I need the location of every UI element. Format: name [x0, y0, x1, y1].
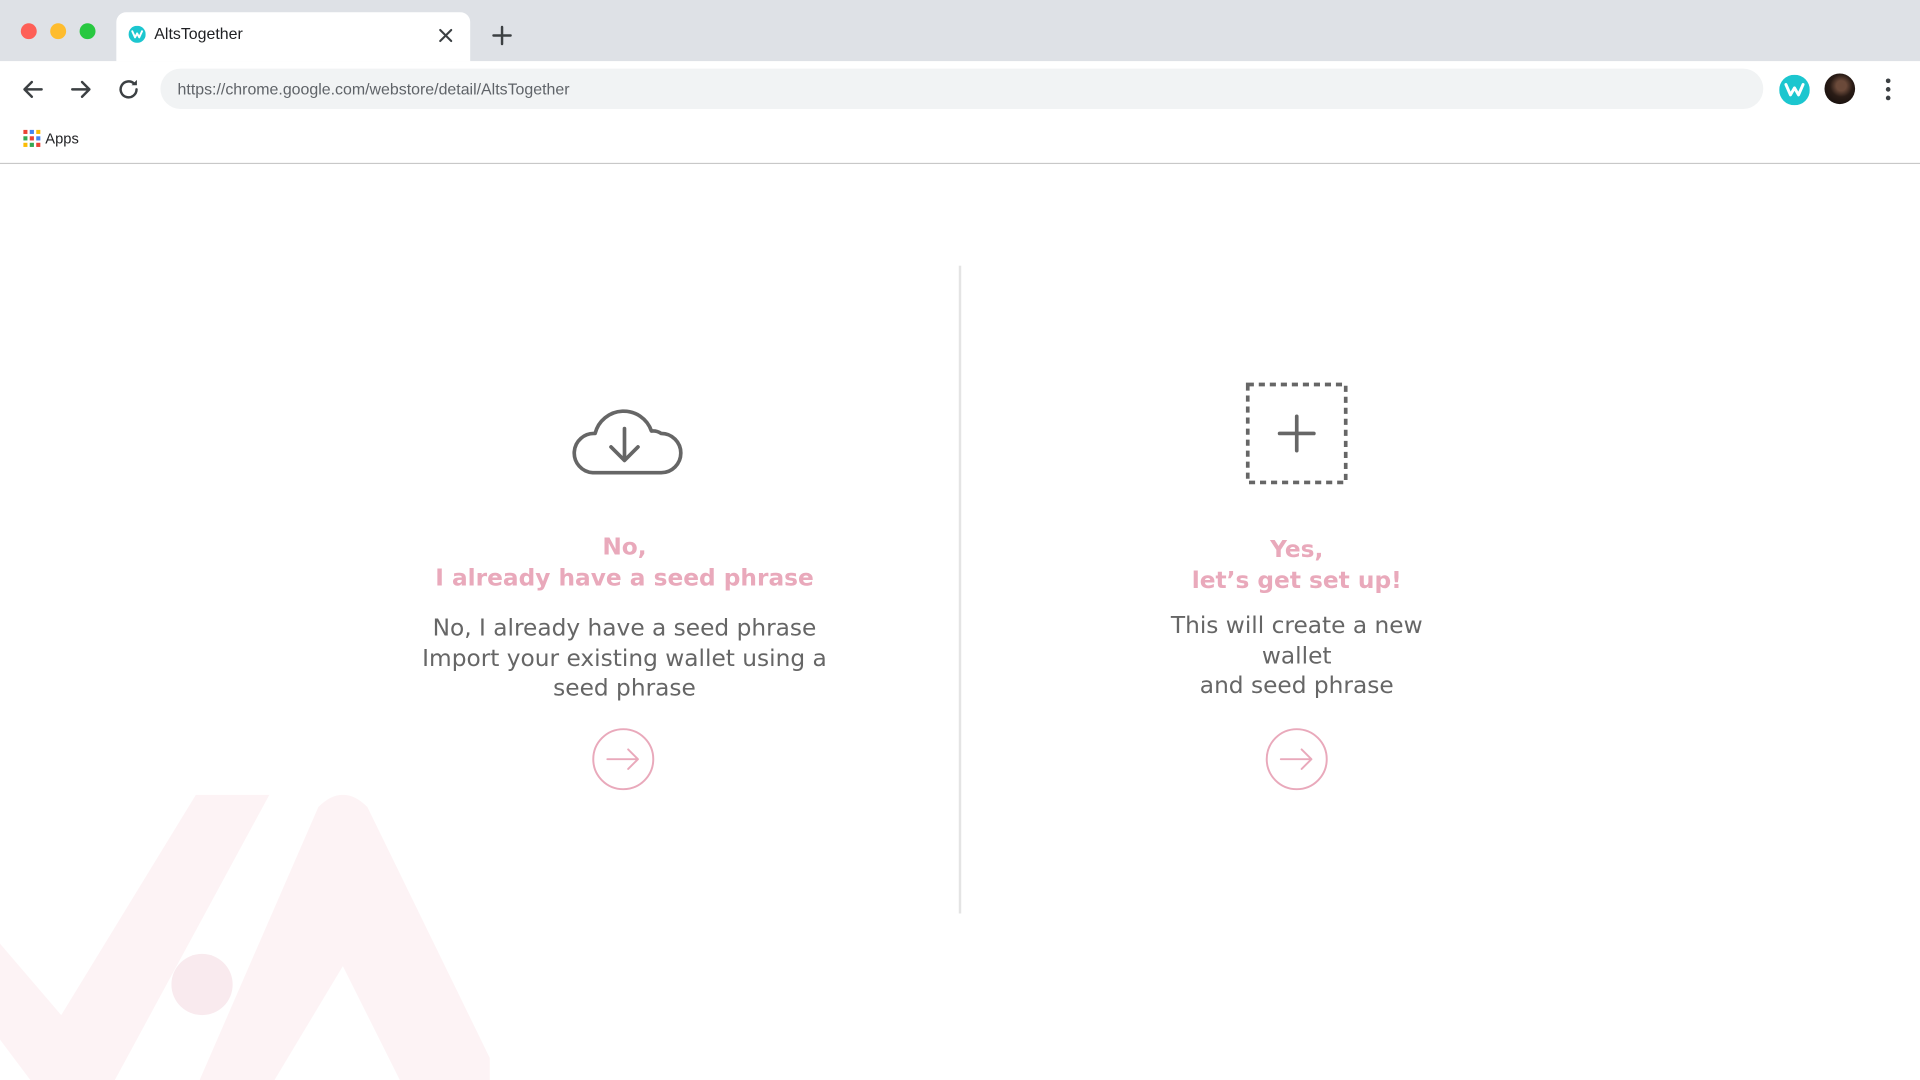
import-description: No, I already have a seed phrase Import …: [367, 613, 881, 703]
import-continue-arrow-icon[interactable]: [591, 727, 655, 791]
create-desc-line2: and seed phrase: [1199, 672, 1394, 700]
browser-window: AltsTogether https://chrome.google.com/w…: [0, 0, 1920, 1080]
import-wallet-option: No, I already have a seed phrase No, I a…: [367, 382, 881, 703]
page-content: No, I already have a seed phrase No, I a…: [0, 164, 1920, 1080]
altstogether-favicon-icon: [128, 25, 146, 43]
create-continue-arrow-icon[interactable]: [1265, 727, 1329, 791]
options-divider: [958, 265, 962, 914]
apps-grid-icon[interactable]: [23, 129, 41, 147]
kebab-menu-icon[interactable]: [1876, 76, 1900, 103]
address-url: https://chrome.google.com/webstore/detai…: [177, 79, 570, 98]
back-arrow-icon[interactable]: [20, 76, 47, 103]
import-desc-line1: No, I already have a seed phrase: [432, 614, 817, 642]
import-desc-line2: Import your existing wallet using a seed…: [422, 644, 827, 702]
reload-icon[interactable]: [115, 76, 142, 103]
viewport: AltsTogether https://chrome.google.com/w…: [0, 0, 1920, 1080]
create-desc-line1: This will create a new wallet: [1170, 612, 1423, 670]
address-bar[interactable]: https://chrome.google.com/webstore/detai…: [160, 68, 1764, 109]
cloud-download-icon: [572, 409, 683, 475]
window-maximize-button[interactable]: [79, 23, 96, 40]
window-minimize-button[interactable]: [50, 23, 67, 40]
create-wallet-option: Yes, let’s get set up! This will create …: [1040, 382, 1554, 701]
tab-title: AltsTogether: [154, 24, 243, 43]
brand-logo-watermark: [0, 794, 490, 1080]
bookmarks-bar: Apps: [0, 117, 1920, 165]
create-description: This will create a new wallet and seed p…: [1040, 611, 1554, 701]
altstogether-extension-icon[interactable]: [1779, 74, 1810, 106]
tab-close-icon[interactable]: [437, 27, 454, 44]
forward-arrow-icon[interactable]: [67, 76, 94, 103]
new-tab-plus-icon[interactable]: [491, 24, 513, 46]
profile-avatar[interactable]: [1824, 73, 1856, 105]
create-heading: Yes, let’s get set up!: [1040, 535, 1554, 596]
window-close-button[interactable]: [20, 23, 37, 40]
create-heading-line1: Yes,: [1270, 536, 1324, 564]
import-heading: No, I already have a seed phrase: [367, 533, 881, 594]
create-heading-line2: let’s get set up!: [1191, 566, 1402, 594]
tab-altstogether[interactable]: AltsTogether: [116, 12, 471, 62]
import-heading-line2: I already have a seed phrase: [435, 564, 814, 592]
browser-toolbar: https://chrome.google.com/webstore/detai…: [0, 61, 1920, 118]
import-heading-line1: No,: [602, 533, 647, 561]
dashed-plus-box-icon: [1245, 382, 1348, 485]
tab-strip: AltsTogether: [0, 0, 1920, 62]
bookmark-apps-label[interactable]: Apps: [45, 130, 79, 147]
